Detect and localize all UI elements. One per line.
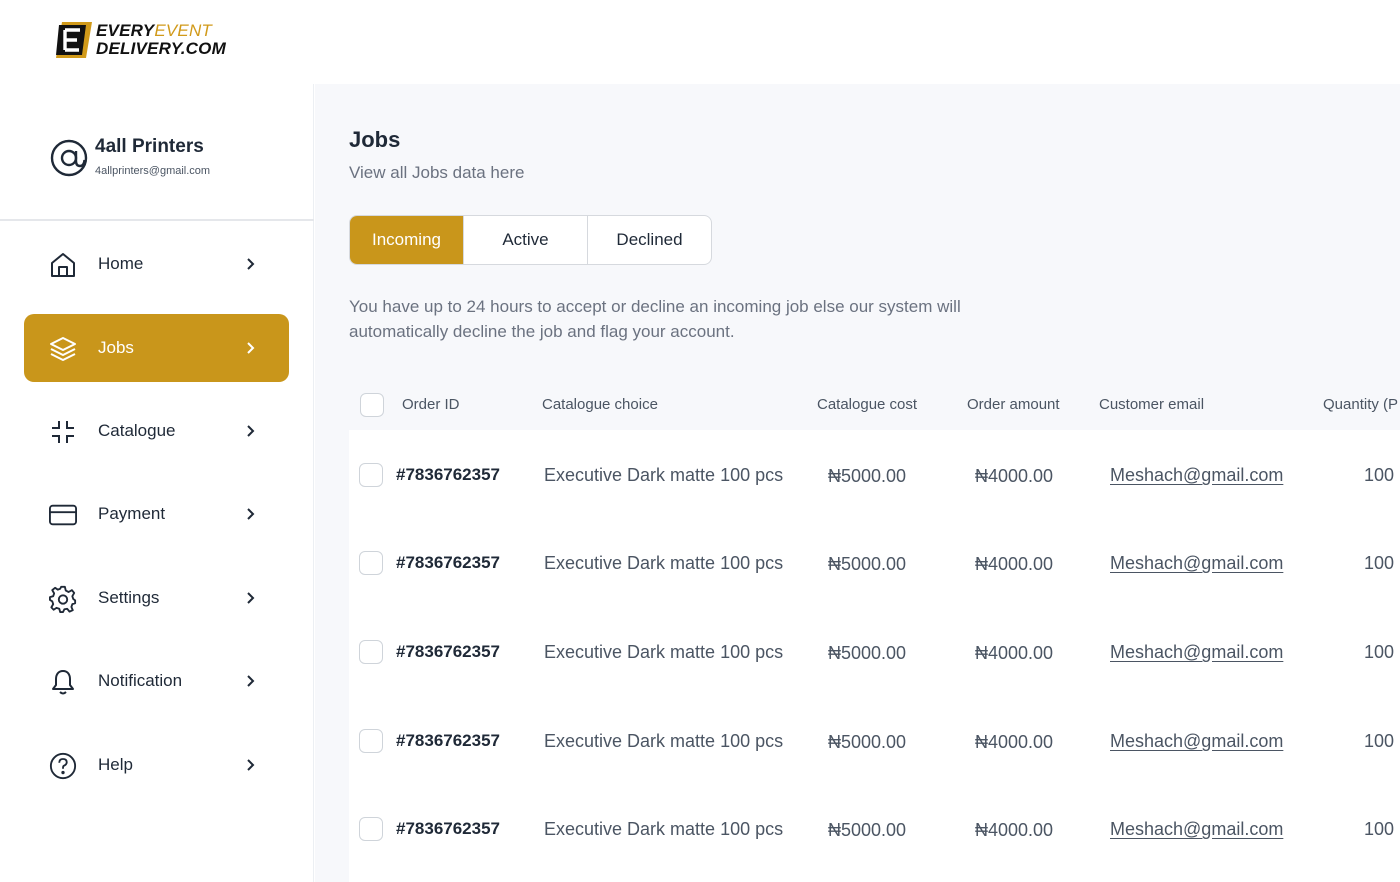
table-row[interactable]: #7836762357 Executive Dark matte 100 pcs… [349,784,1400,872]
row-checkbox[interactable] [359,817,383,841]
tab-declined[interactable]: Declined [588,216,711,264]
order-id: #7836762357 [396,731,501,750]
jobs-table: Order ID Catalogue choice Catalogue cost… [349,380,1400,882]
order-amount: ₦4000.00 [975,643,1054,663]
order-amount: ₦4000.00 [975,554,1054,574]
catalogue-cost: ₦5000.00 [828,554,907,574]
chevron-right-icon [247,675,255,687]
catalogue-choice: Executive Dark matte 100 pcs [544,642,784,662]
catalogue-choice: Executive Dark matte 100 pcs [544,731,784,751]
logo-text-domain: DELIVERY.COM [96,39,226,58]
row-checkbox[interactable] [359,640,383,664]
order-amount: ₦4000.00 [975,732,1054,752]
catalogue-choice: Executive Dark matte 100 pcs [544,819,784,839]
row-checkbox[interactable] [359,729,383,753]
sidebar-item-catalogue[interactable]: Catalogue [24,397,289,465]
logo-mark-icon [56,22,92,58]
sidebar: 4all Printers 4allprinters@gmail.com Hom… [0,84,314,882]
sidebar-item-notification[interactable]: Notification [24,647,289,715]
top-bar: EVERYEVENT DELIVERY.COM [0,0,1400,84]
logo-text-every: EVERY [96,21,155,40]
bell-icon [49,668,77,696]
tab-active[interactable]: Active [464,216,588,264]
tab-incoming[interactable]: Incoming [350,216,464,264]
quantity: 100 [1364,731,1395,751]
column-header-customer-email: Customer email [1099,396,1205,413]
catalogue-cost: ₦5000.00 [828,643,907,663]
catalogue-choice: Executive Dark matte 100 pcs [544,553,784,573]
sidebar-item-settings[interactable]: Settings [24,564,289,632]
sidebar-item-label: Payment [98,504,166,523]
column-header-quantity: Quantity (P [1323,396,1399,413]
sidebar-item-help[interactable]: Help [24,731,289,799]
column-header-catalogue-choice: Catalogue choice [542,396,658,413]
order-id: #7836762357 [396,553,501,572]
minimize-icon [49,418,77,446]
chevron-right-icon [247,592,255,604]
profile-card: 4all Printers 4allprinters@gmail.com [0,84,314,221]
sidebar-item-payment[interactable]: Payment [24,480,289,548]
quantity: 100 [1364,465,1395,485]
home-icon [49,251,77,279]
logo-text-event: EVENT [154,21,213,40]
column-header-catalogue-cost: Catalogue cost [817,396,918,413]
sidebar-item-home[interactable]: Home [24,230,289,298]
customer-email-link[interactable]: Meshach@gmail.com [1110,731,1283,752]
chevron-right-icon [247,508,255,520]
table-row[interactable]: #7836762357 Executive Dark matte 100 pcs… [349,430,1400,518]
order-id: #7836762357 [396,819,501,838]
main-content: Jobs View all Jobs data here Incoming Ac… [315,84,1400,882]
customer-email-link[interactable]: Meshach@gmail.com [1110,553,1283,574]
logo-text: EVERYEVENT DELIVERY.COM [96,22,226,58]
customer-email-link[interactable]: Meshach@gmail.com [1110,465,1283,486]
sidebar-item-label: Jobs [98,338,134,357]
order-amount: ₦4000.00 [975,466,1054,486]
customer-email-link[interactable]: Meshach@gmail.com [1110,642,1283,663]
quantity: 100 [1364,642,1395,662]
profile-name: 4all Printers [95,136,204,157]
brand-logo[interactable]: EVERYEVENT DELIVERY.COM [56,20,226,60]
incoming-jobs-notice: You have up to 24 hours to accept or dec… [349,297,961,341]
page-title: Jobs [349,127,401,152]
quantity: 100 [1364,553,1395,573]
sidebar-item-label: Help [98,755,133,774]
table-row[interactable]: #7836762357 Executive Dark matte 100 pcs… [349,607,1400,695]
row-checkbox[interactable] [359,463,383,487]
sidebar-item-label: Settings [98,588,160,607]
catalogue-cost: ₦5000.00 [828,820,907,840]
order-id: #7836762357 [396,465,501,484]
chevron-right-icon [247,759,255,771]
catalogue-cost: ₦5000.00 [828,732,907,752]
sidebar-item-label: Catalogue [98,421,176,440]
chevron-right-icon [247,425,255,437]
column-header-order-amount: Order amount [967,396,1060,413]
credit-card-icon [49,501,77,529]
profile-email: 4allprinters@gmail.com [95,165,211,177]
sidebar-item-label: Home [98,254,144,273]
table-row[interactable]: #7836762357 Executive Dark matte 100 pcs… [349,518,1400,606]
sidebar-item-jobs[interactable]: Jobs [24,314,289,382]
table-row[interactable]: #7836762357 Executive Dark matte 100 pcs… [349,696,1400,784]
catalogue-choice: Executive Dark matte 100 pcs [544,465,784,485]
order-id: #7836762357 [396,642,501,661]
chevron-right-icon [247,258,255,270]
page-subtitle: View all Jobs data here [349,163,525,182]
at-sign-icon [50,139,88,177]
layers-icon [49,335,77,363]
select-all-checkbox[interactable] [360,393,384,417]
job-status-tabs: Incoming Active Declined [349,215,712,265]
row-checkbox[interactable] [359,551,383,575]
table-body: #7836762357 Executive Dark matte 100 pcs… [349,430,1400,882]
table-header: Order ID Catalogue choice Catalogue cost… [349,380,1400,430]
sidebar-item-label: Notification [98,671,183,690]
help-circle-icon [49,752,77,780]
quantity: 100 [1364,819,1395,839]
column-header-order-id: Order ID [402,396,460,413]
customer-email-link[interactable]: Meshach@gmail.com [1110,819,1283,840]
order-amount: ₦4000.00 [975,820,1054,840]
chevron-right-icon [247,342,255,354]
catalogue-cost: ₦5000.00 [828,466,907,486]
gear-icon [49,585,77,613]
